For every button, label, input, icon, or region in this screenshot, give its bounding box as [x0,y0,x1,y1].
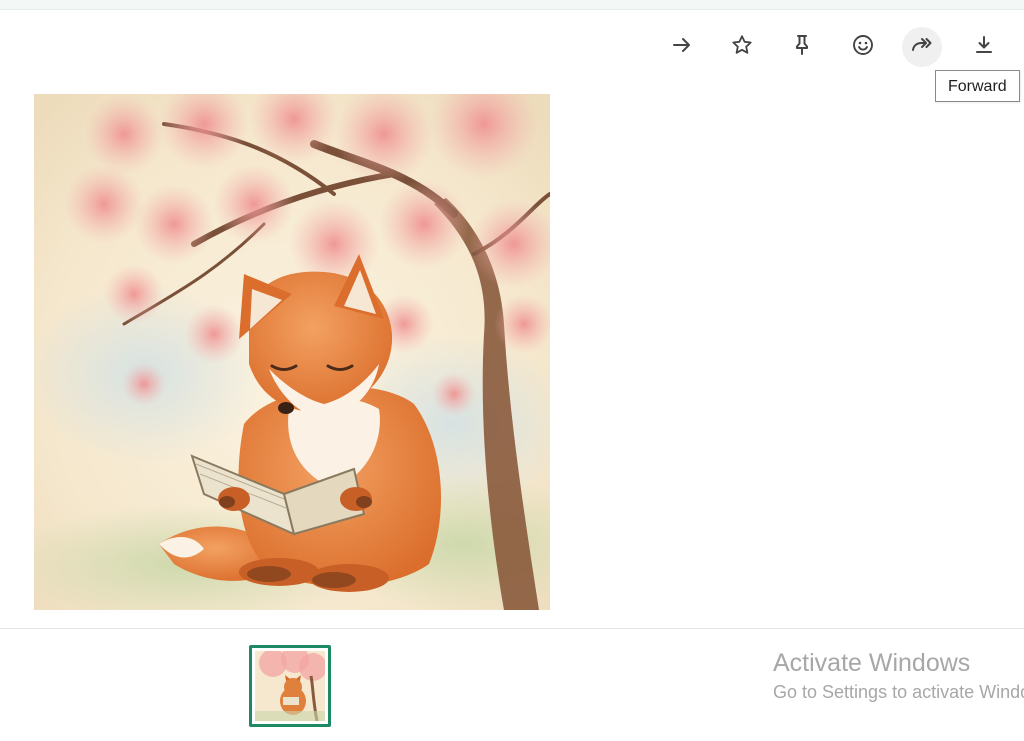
pin-icon [790,33,814,62]
thumbnail-selected[interactable] [249,645,331,727]
divider [0,628,1024,629]
smiley-icon [851,33,875,62]
arrow-right-icon [670,33,694,62]
go-to-message-button[interactable] [662,27,702,67]
download-button[interactable] [964,27,1004,67]
activate-windows-watermark: Activate Windows Go to Settings to activ… [773,648,1024,704]
react-button[interactable] [843,27,883,67]
download-icon [972,33,996,62]
toolbar [0,27,1024,67]
image-viewer: Forward Activate Windows Go to Settings … [0,0,1024,741]
watermark-subtitle: Go to Settings to activate Windows. [773,682,1024,702]
star-icon [730,33,754,62]
watermark-title: Activate Windows [773,649,971,677]
fox-thumbnail-icon [255,651,325,721]
forward-icon [910,33,934,62]
pin-button[interactable] [782,27,822,67]
top-strip [0,0,1024,10]
main-image [34,94,550,610]
forward-tooltip: Forward [935,70,1020,102]
forward-button[interactable] [902,27,942,67]
star-button[interactable] [722,27,762,67]
fox-reading-illustration [34,94,550,610]
